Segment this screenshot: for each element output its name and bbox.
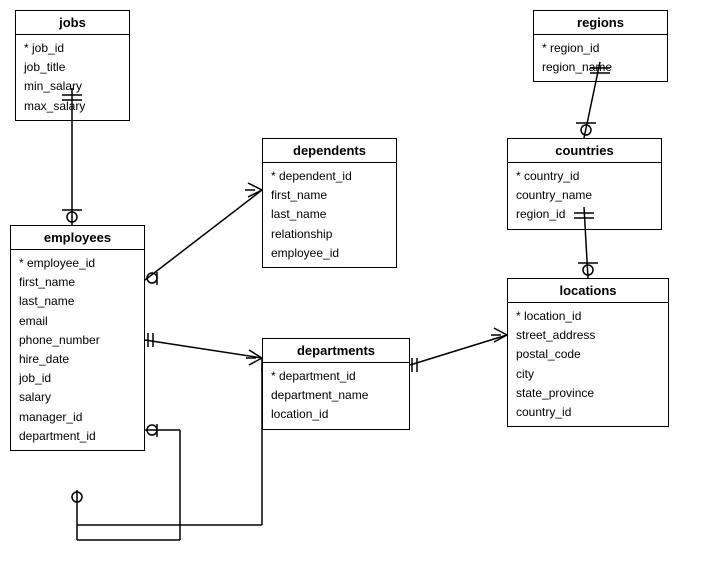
field: * job_id [24,39,121,58]
erd-diagram: jobs * job_id job_title min_salary max_s… [0,0,704,561]
field: department_name [271,386,401,405]
field: * location_id [516,307,660,326]
field: relationship [271,225,388,244]
entity-employees: employees * employee_id first_name last_… [10,225,145,451]
field: postal_code [516,345,660,364]
field: * department_id [271,367,401,386]
entity-jobs-title: jobs [16,11,129,35]
entity-locations-title: locations [508,279,668,303]
entity-regions-title: regions [534,11,667,35]
entity-employees-body: * employee_id first_name last_name email… [11,250,144,450]
entity-countries: countries * country_id country_name regi… [507,138,662,230]
field: max_salary [24,97,121,116]
entity-regions: regions * region_id region_name [533,10,668,82]
field: email [19,312,136,331]
field: * dependent_id [271,167,388,186]
entity-dependents: dependents * dependent_id first_name las… [262,138,397,268]
entity-regions-body: * region_id region_name [534,35,667,81]
field: country_name [516,186,653,205]
field: hire_date [19,350,136,369]
field: min_salary [24,77,121,96]
entity-jobs-body: * job_id job_title min_salary max_salary [16,35,129,120]
entity-departments: departments * department_id department_n… [262,338,410,430]
field: phone_number [19,331,136,350]
field: * region_id [542,39,659,58]
field: location_id [271,405,401,424]
field: first_name [19,273,136,292]
field: street_address [516,326,660,345]
field: job_title [24,58,121,77]
entity-departments-title: departments [263,339,409,363]
entity-dependents-title: dependents [263,139,396,163]
field: first_name [271,186,388,205]
field: * country_id [516,167,653,186]
entity-employees-title: employees [11,226,144,250]
field: last_name [19,292,136,311]
field: region_name [542,58,659,77]
field: department_id [19,427,136,446]
field: country_id [516,403,660,422]
field: manager_id [19,408,136,427]
field: last_name [271,205,388,224]
entity-countries-title: countries [508,139,661,163]
entity-countries-body: * country_id country_name region_id [508,163,661,229]
field: state_province [516,384,660,403]
field: salary [19,388,136,407]
entity-dependents-body: * dependent_id first_name last_name rela… [263,163,396,267]
field: employee_id [271,244,388,263]
field: * employee_id [19,254,136,273]
entity-locations-body: * location_id street_address postal_code… [508,303,668,426]
field: region_id [516,205,653,224]
entity-departments-body: * department_id department_name location… [263,363,409,429]
field: city [516,365,660,384]
field: job_id [19,369,136,388]
entity-jobs: jobs * job_id job_title min_salary max_s… [15,10,130,121]
entity-locations: locations * location_id street_address p… [507,278,669,427]
